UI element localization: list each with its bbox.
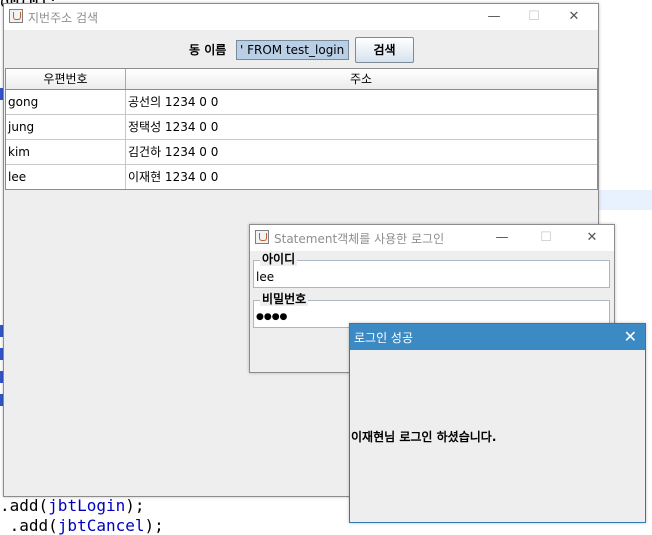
table-row[interactable]: lee 이재현 1234 0 0 <box>6 165 597 189</box>
code-line: .add(jbtCancel); <box>0 516 164 535</box>
java-app-icon <box>9 9 23 23</box>
java-app-icon <box>255 230 269 244</box>
close-icon[interactable]: ✕ <box>624 327 637 347</box>
table-cell-zip: jung <box>6 115 126 139</box>
success-message: 이재현님 로그인 하셨습니다. <box>351 430 497 444</box>
id-input[interactable]: lee <box>256 269 274 285</box>
search-button[interactable]: 검색 <box>355 37 414 63</box>
current-line-highlight <box>598 190 652 210</box>
table-cell-zip: kim <box>6 140 126 164</box>
login-window-titlebar[interactable]: Statement객체를 사용한 로그인 — ☐ ✕ <box>250 225 614 251</box>
table-row[interactable]: kim 김건하 1234 0 0 <box>6 140 597 165</box>
column-header-address[interactable]: 주소 <box>126 69 596 89</box>
table-cell-address: 김건하 1234 0 0 <box>128 145 219 159</box>
minimize-icon[interactable]: — <box>474 6 514 28</box>
id-group: 아이디 lee <box>253 252 610 288</box>
password-input[interactable]: ●●●● <box>256 309 287 325</box>
dong-name-label: 동 이름 <box>189 43 227 57</box>
table-cell-address: 정택성 1234 0 0 <box>128 120 219 134</box>
login-success-dialog: 로그인 성공 ✕ 이재현님 로그인 하셨습니다. <box>349 323 646 523</box>
close-icon[interactable]: ✕ <box>572 227 612 249</box>
maximize-icon[interactable]: ☐ <box>514 6 554 28</box>
id-label: 아이디 <box>260 252 298 266</box>
password-label: 비밀번호 <box>260 292 309 306</box>
search-row: 동 이름 ' FROM test_login -- 검색 <box>4 37 598 63</box>
address-window-title: 지번주소 검색 <box>28 11 99 25</box>
column-header-zip[interactable]: 우편번호 <box>6 69 126 89</box>
code-identifier: jbtCancel <box>57 516 145 535</box>
address-table: 우편번호 주소 gong 공선의 1234 0 0 jung 정택성 1234 … <box>5 68 598 190</box>
code-identifier: jbtLogin <box>48 496 126 515</box>
table-cell-zip: lee <box>6 165 126 189</box>
login-window-title: Statement객체를 사용한 로그인 <box>274 232 445 246</box>
table-cell-address: 이재현 1234 0 0 <box>128 170 219 184</box>
close-icon[interactable]: ✕ <box>554 6 594 28</box>
minimize-icon[interactable]: — <box>482 227 522 249</box>
code-line: .add(jbtLogin); <box>0 496 145 515</box>
table-row[interactable]: gong 공선의 1234 0 0 <box>6 90 597 115</box>
table-header: 우편번호 주소 <box>6 69 597 90</box>
table-cell-zip: gong <box>6 90 126 114</box>
table-row[interactable]: jung 정택성 1234 0 0 <box>6 115 597 140</box>
table-cell-address: 공선의 1234 0 0 <box>128 95 219 109</box>
success-dialog-title: 로그인 성공 <box>354 331 414 345</box>
success-dialog-titlebar[interactable]: 로그인 성공 ✕ <box>350 324 645 350</box>
maximize-icon[interactable]: ☐ <box>526 227 566 249</box>
dong-name-input[interactable]: ' FROM test_login -- <box>236 40 349 60</box>
address-window-titlebar[interactable]: 지번주소 검색 — ☐ ✕ <box>4 4 598 30</box>
